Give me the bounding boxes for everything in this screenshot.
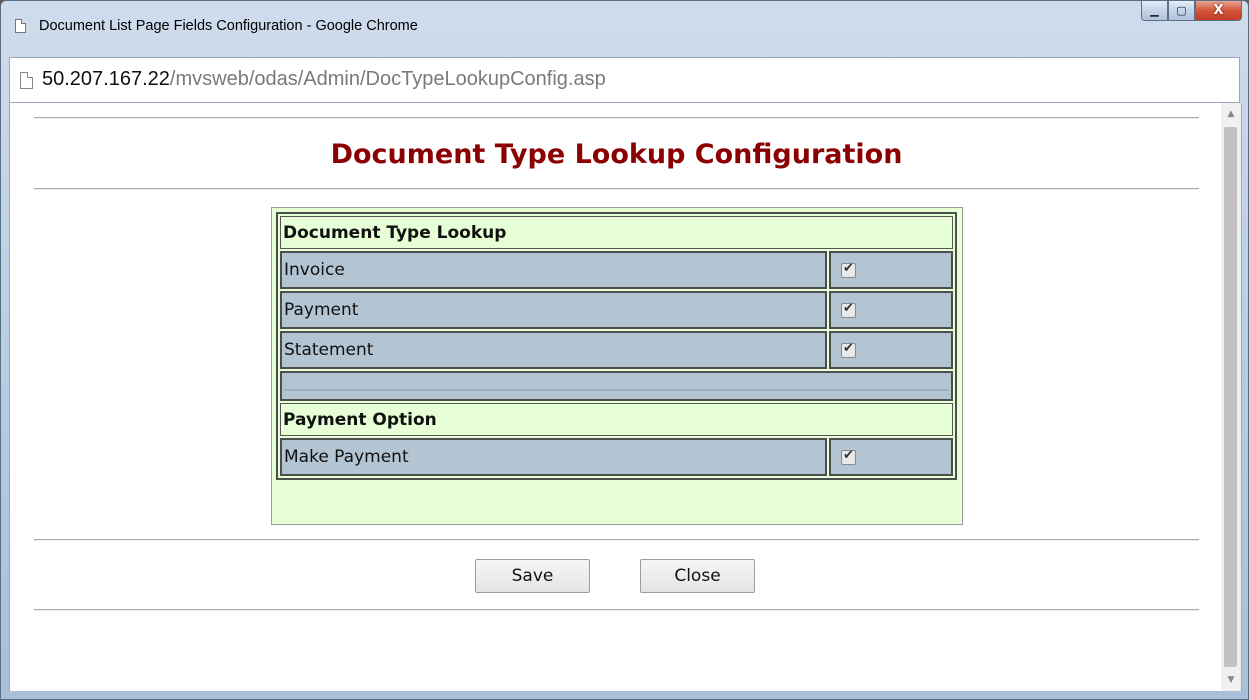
url-text[interactable]: 50.207.167.22/mvsweb/odas/Admin/DocTypeL…	[42, 68, 606, 91]
payment-checkbox[interactable]: ✔	[841, 300, 856, 318]
close-icon: X	[1213, 3, 1224, 18]
window-title: Document List Page Fields Configuration …	[39, 18, 418, 34]
checkmark-icon: ✔	[843, 340, 854, 356]
config-table: Document Type Lookup Invoice ✔ Payment ✔…	[276, 212, 957, 480]
maximize-button[interactable]: ▢	[1168, 1, 1195, 21]
vertical-scrollbar[interactable]: ▲ ▼	[1221, 103, 1241, 691]
config-panel: Document Type Lookup Invoice ✔ Payment ✔…	[271, 207, 963, 525]
separator-line	[284, 389, 949, 391]
table-row: Statement ✔	[280, 331, 953, 369]
divider	[34, 609, 1199, 611]
table-row: Invoice ✔	[280, 251, 953, 289]
page-title: Document Type Lookup Configuration	[330, 139, 903, 170]
window-controls: ▁ ▢ X	[1141, 1, 1242, 23]
section-header-document-type: Document Type Lookup	[280, 216, 953, 249]
url-path: /mvsweb/odas/Admin/DocTypeLookupConfig.a…	[169, 68, 606, 90]
page-icon	[20, 72, 33, 89]
table-row: Payment ✔	[280, 291, 953, 329]
row-label-statement: Statement	[280, 331, 827, 369]
invoice-checkbox[interactable]: ✔	[841, 260, 856, 278]
divider	[34, 188, 1199, 190]
make-payment-checkbox[interactable]: ✔	[841, 447, 856, 465]
minimize-icon: ▁	[1150, 4, 1159, 17]
scroll-up-icon[interactable]: ▲	[1221, 103, 1241, 125]
close-button[interactable]: Close	[640, 559, 755, 593]
row-label-invoice: Invoice	[280, 251, 827, 289]
statement-checkbox[interactable]: ✔	[841, 340, 856, 358]
maximize-icon: ▢	[1176, 4, 1187, 17]
checkmark-icon: ✔	[843, 300, 854, 316]
scroll-down-icon[interactable]: ▼	[1221, 669, 1241, 691]
row-label-make-payment: Make Payment	[280, 438, 827, 476]
address-bar[interactable]: 50.207.167.22/mvsweb/odas/Admin/DocTypeL…	[9, 57, 1240, 103]
scroll-thumb[interactable]	[1224, 127, 1237, 667]
page-viewport: Document Type Lookup Configuration Docum…	[9, 103, 1242, 691]
table-row: Make Payment ✔	[280, 438, 953, 476]
save-button[interactable]: Save	[475, 559, 590, 593]
page-icon	[15, 19, 26, 33]
minimize-button[interactable]: ▁	[1141, 1, 1168, 21]
row-label-payment: Payment	[280, 291, 827, 329]
section-header-payment-option: Payment Option	[280, 403, 953, 436]
title-bar: Document List Page Fields Configuration …	[1, 1, 1248, 57]
divider	[34, 539, 1199, 541]
spacer-row	[280, 371, 953, 401]
divider	[34, 117, 1199, 119]
checkmark-icon: ✔	[843, 447, 854, 463]
checkmark-icon: ✔	[843, 260, 854, 276]
browser-window: Document List Page Fields Configuration …	[0, 0, 1249, 700]
url-host: 50.207.167.22	[42, 68, 170, 90]
close-window-button[interactable]: X	[1195, 1, 1242, 21]
